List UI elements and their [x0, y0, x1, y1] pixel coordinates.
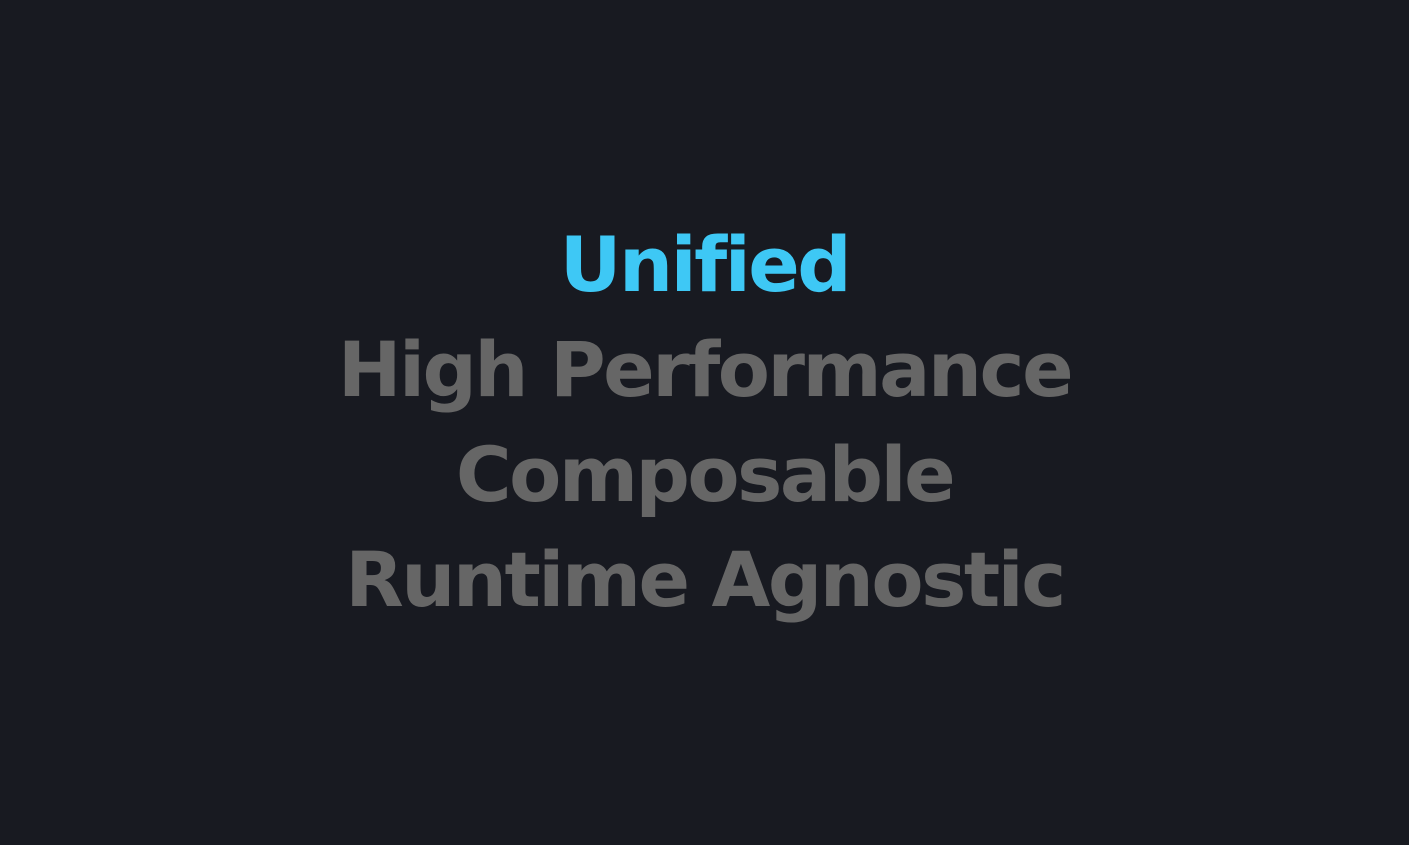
feature-unified: Unified	[559, 219, 852, 309]
feature-runtime-agnostic: Runtime Agnostic	[345, 534, 1066, 624]
feature-high-performance: High Performance	[337, 324, 1074, 414]
feature-list: Unified High Performance Composable Runt…	[337, 212, 1074, 632]
feature-composable: Composable	[455, 429, 956, 519]
title-slide: Unified High Performance Composable Runt…	[0, 0, 1409, 845]
